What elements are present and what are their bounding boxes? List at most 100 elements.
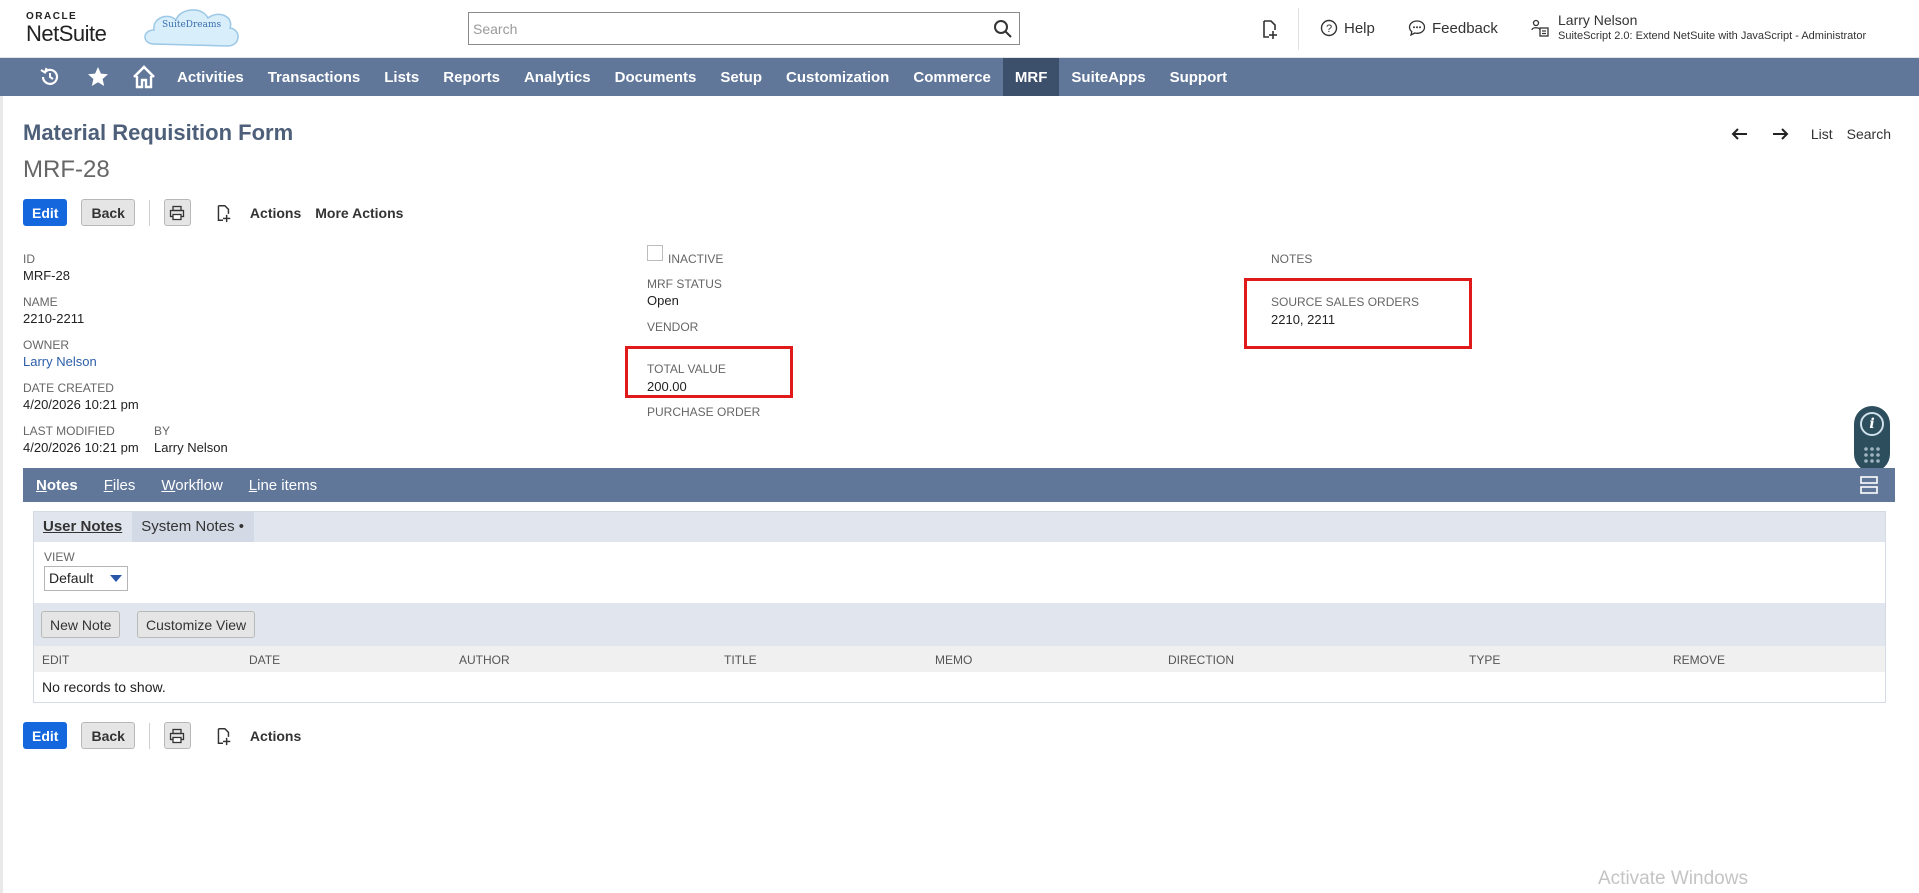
tab-workflow-label: orkflow xyxy=(175,476,223,494)
tab-system-notes-label: System Notes • xyxy=(141,518,244,535)
record-navigation: List Search xyxy=(1731,126,1891,142)
mrf-status-label: MRF STATUS xyxy=(647,277,722,291)
tab-workflow[interactable]: Workflow xyxy=(148,477,235,494)
tab-files[interactable]: Files xyxy=(91,477,149,494)
tab-notes-label: otes xyxy=(46,476,78,494)
help-link[interactable]: ? Help xyxy=(1320,19,1375,37)
new-record-button[interactable] xyxy=(211,201,235,225)
shortcuts-star-icon[interactable] xyxy=(85,64,111,90)
nav-suiteapps[interactable]: SuiteApps xyxy=(1059,58,1157,96)
search-input[interactable] xyxy=(469,13,969,44)
tab-notes[interactable]: Notes xyxy=(23,477,91,494)
source-sales-orders-value: 2210, 2211 xyxy=(1271,312,1336,327)
customize-view-button[interactable]: Customize View xyxy=(137,611,256,638)
edit-button[interactable]: Edit xyxy=(23,199,68,226)
nav-customization[interactable]: Customization xyxy=(774,58,901,96)
window-left-edge xyxy=(0,0,3,893)
activate-windows-watermark: Activate Windows xyxy=(1598,868,1748,889)
notes-toolbar: New Note Customize View xyxy=(34,603,1885,646)
nav-reports[interactable]: Reports xyxy=(431,58,512,96)
tab-user-notes[interactable]: User Notes xyxy=(34,512,133,542)
create-new-icon[interactable] xyxy=(1258,18,1280,40)
tab-notes-accesskey: N xyxy=(36,476,47,494)
more-actions-menu[interactable]: More Actions xyxy=(315,205,403,221)
nav-mrf[interactable]: MRF xyxy=(1002,58,1060,96)
tab-files-accesskey: F xyxy=(103,476,113,494)
feedback-link[interactable]: Feedback xyxy=(1408,19,1498,37)
nav-transactions[interactable]: Transactions xyxy=(256,58,373,96)
column-memo: MEMO xyxy=(935,653,973,667)
column-author: AUTHOR xyxy=(459,653,510,667)
purchase-order-label: PURCHASE ORDER xyxy=(647,405,761,419)
grid-dots-icon[interactable] xyxy=(1863,446,1881,464)
user-name: Larry Nelson xyxy=(1558,12,1638,28)
nav-activities[interactable]: Activities xyxy=(165,58,256,96)
header-divider xyxy=(1298,8,1299,50)
search-link[interactable]: Search xyxy=(1847,126,1891,142)
inactive-checkbox xyxy=(647,245,663,261)
view-select[interactable]: Default xyxy=(44,566,128,591)
date-created-label: DATE CREATED xyxy=(23,381,114,395)
subtab-bar: Notes Files Workflow Line items xyxy=(23,468,1895,502)
nav-lists[interactable]: Lists xyxy=(372,58,431,96)
print-button[interactable] xyxy=(163,199,191,226)
last-modified-label: LAST MODIFIED xyxy=(23,424,115,438)
new-record-button-bottom[interactable] xyxy=(211,724,235,748)
notes-field-label: NOTES xyxy=(1271,252,1313,266)
collapse-panel-icon[interactable] xyxy=(1860,476,1878,494)
tab-system-notes[interactable]: System Notes • xyxy=(132,512,254,542)
search-icon[interactable] xyxy=(993,19,1013,39)
dropdown-arrow-icon xyxy=(110,575,122,582)
nav-analytics[interactable]: Analytics xyxy=(512,58,603,96)
last-modified-value: 4/20/2026 10:21 pm xyxy=(23,440,139,455)
by-value: Larry Nelson xyxy=(154,440,228,455)
nav-commerce[interactable]: Commerce xyxy=(901,58,1003,96)
edit-button-bottom[interactable]: Edit xyxy=(23,722,68,749)
tab-user-notes-label: User Notes xyxy=(43,518,123,535)
actions-menu[interactable]: Actions xyxy=(250,205,301,221)
by-label: BY xyxy=(154,424,171,438)
tab-workflow-accesskey: W xyxy=(161,476,176,494)
back-button[interactable]: Back xyxy=(81,199,135,226)
tab-line-items[interactable]: Line items xyxy=(236,477,330,494)
home-icon[interactable] xyxy=(131,64,157,90)
tab-line-items-accesskey: L xyxy=(248,476,258,494)
next-record-arrow-icon[interactable] xyxy=(1771,127,1789,141)
button-separator xyxy=(148,199,150,226)
column-title: TITLE xyxy=(724,653,757,667)
previous-record-arrow-icon[interactable] xyxy=(1731,127,1749,141)
new-note-button[interactable]: New Note xyxy=(41,611,121,638)
mrf-status-value: Open xyxy=(647,293,679,308)
printer-icon xyxy=(170,728,185,743)
help-label: Help xyxy=(1344,19,1375,37)
id-label: ID xyxy=(23,252,35,266)
owner-link[interactable]: Larry Nelson xyxy=(23,354,97,369)
nav-documents[interactable]: Documents xyxy=(603,58,709,96)
global-search[interactable] xyxy=(468,12,1020,45)
date-created-value: 4/20/2026 10:21 pm xyxy=(23,397,139,412)
owner-label: OWNER xyxy=(23,338,69,352)
netsuite-logo[interactable]: ORACLE NetSuite xyxy=(26,12,107,46)
tab-files-label: iles xyxy=(112,476,136,494)
main-navigation: Activities Transactions Lists Reports An… xyxy=(0,58,1919,96)
total-value-value: 200.00 xyxy=(647,379,687,394)
actions-menu-bottom[interactable]: Actions xyxy=(250,728,301,744)
notes-grid-header: EDIT DATE AUTHOR TITLE MEMO DIRECTION TY… xyxy=(34,646,1885,672)
recent-records-icon[interactable] xyxy=(37,64,63,90)
list-link[interactable]: List xyxy=(1811,126,1833,142)
user-role: SuiteScript 2.0: Extend NetSuite with Ja… xyxy=(1558,30,1867,42)
global-header: ORACLE NetSuite SuiteDreams ? Help Feedb… xyxy=(0,0,1919,58)
notes-panel: User Notes System Notes • VIEW Default N… xyxy=(33,511,1886,703)
back-button-bottom[interactable]: Back xyxy=(81,722,135,749)
info-icon[interactable]: i xyxy=(1860,412,1884,436)
total-value-label: TOTAL VALUE xyxy=(647,362,726,376)
company-cloud-label: SuiteDreams xyxy=(162,20,222,30)
view-select-value: Default xyxy=(49,570,94,586)
feedback-label: Feedback xyxy=(1432,19,1498,37)
nav-support[interactable]: Support xyxy=(1158,58,1240,96)
user-menu[interactable]: Larry Nelson SuiteScript 2.0: Extend Net… xyxy=(1530,12,1866,42)
nav-setup[interactable]: Setup xyxy=(708,58,774,96)
side-help-widget[interactable]: i xyxy=(1854,406,1890,472)
record-id-heading: MRF-28 xyxy=(23,156,110,183)
print-button-bottom[interactable] xyxy=(163,722,191,749)
